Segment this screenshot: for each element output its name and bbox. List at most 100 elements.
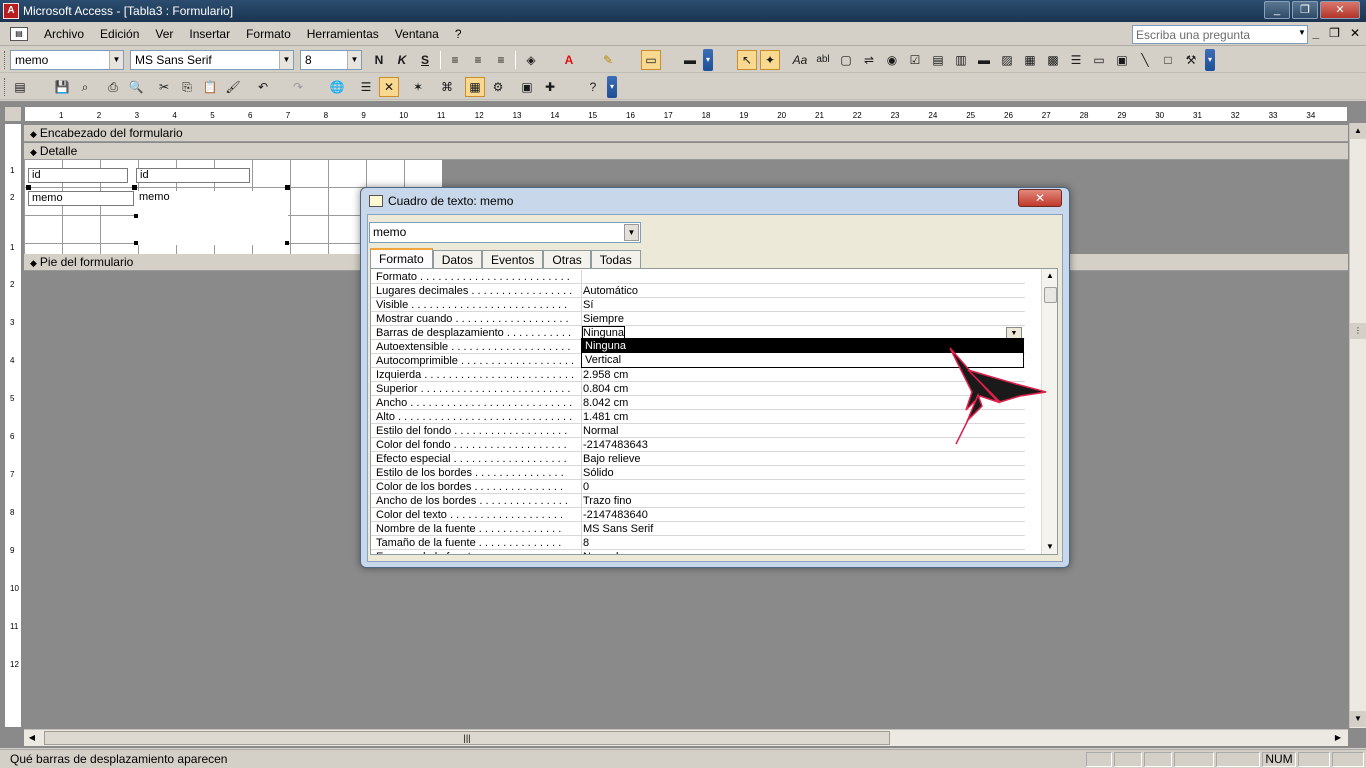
property-value[interactable]: Trazo fino bbox=[581, 494, 1025, 508]
property-row[interactable]: Estilo del fondo . . . . . . . . . . . .… bbox=[371, 424, 1025, 438]
database-window-icon[interactable]: ▣ bbox=[517, 77, 537, 97]
menu-ventana[interactable]: Ventana bbox=[387, 27, 447, 41]
menu-formato[interactable]: Formato bbox=[238, 27, 299, 41]
property-value[interactable]: 0 bbox=[581, 480, 1025, 494]
property-row[interactable]: Mostrar cuando . . . . . . . . . . . . .… bbox=[371, 312, 1025, 326]
unbound-object-icon[interactable]: ▦ bbox=[1020, 50, 1040, 70]
code-icon[interactable]: ⌘ bbox=[437, 77, 457, 97]
line-tool-icon[interactable]: ╲ bbox=[1135, 50, 1155, 70]
memo-label-control[interactable]: memo bbox=[28, 191, 134, 206]
toolbox-icon[interactable]: ✕ bbox=[379, 77, 399, 97]
format-painter-icon[interactable]: 🖌 bbox=[223, 77, 243, 97]
menu-herramientas[interactable]: Herramientas bbox=[299, 27, 387, 41]
object-combo[interactable]: memo ▼ bbox=[10, 50, 124, 70]
property-value[interactable]: MS Sans Serif bbox=[581, 522, 1025, 536]
line-width-icon[interactable]: ▬ bbox=[680, 50, 700, 70]
tab-control-icon[interactable]: ▭ bbox=[1089, 50, 1109, 70]
property-row[interactable]: Izquierda . . . . . . . . . . . . . . . … bbox=[371, 368, 1025, 382]
property-row[interactable]: Ancho . . . . . . . . . . . . . . . . . … bbox=[371, 396, 1025, 410]
option-button-icon[interactable]: ◉ bbox=[882, 50, 902, 70]
property-row[interactable]: Color de los bordes . . . . . . . . . . … bbox=[371, 480, 1025, 494]
property-row[interactable]: Nombre de la fuente . . . . . . . . . . … bbox=[371, 522, 1025, 536]
dialog-title[interactable]: Cuadro de texto: memo bbox=[369, 194, 513, 208]
property-row[interactable]: Efecto especial . . . . . . . . . . . . … bbox=[371, 452, 1025, 466]
control-wizards-icon[interactable]: ✦ bbox=[760, 50, 780, 70]
ruler-corner[interactable] bbox=[4, 106, 22, 122]
memo-textbox-control[interactable]: memo bbox=[136, 191, 288, 245]
horizontal-scrollbar[interactable]: ◀ ||| ▶ bbox=[24, 729, 1348, 746]
toggle-button-icon[interactable]: ⇌ bbox=[859, 50, 879, 70]
horizontal-scroll-thumb[interactable]: ||| bbox=[44, 731, 890, 745]
scroll-thumb[interactable]: ⋮ bbox=[1350, 323, 1366, 339]
property-value[interactable]: Sólido bbox=[581, 466, 1025, 480]
toolbar-grip[interactable] bbox=[4, 78, 7, 96]
vertical-scrollbar[interactable]: ▲ ⋮ ▼ bbox=[1349, 123, 1366, 728]
toolbar-options-icon[interactable]: ▾ bbox=[607, 76, 617, 98]
bound-object-icon[interactable]: ▩ bbox=[1043, 50, 1063, 70]
menu-edicion[interactable]: Edición bbox=[92, 27, 147, 41]
doc-restore-button[interactable]: ❐ bbox=[1329, 26, 1340, 40]
print-icon[interactable]: ⎙ bbox=[103, 77, 123, 97]
scroll-right-icon[interactable]: ▶ bbox=[1330, 730, 1346, 746]
align-center-icon[interactable]: ≡ bbox=[468, 50, 488, 70]
combobox-tool-icon[interactable]: ▤ bbox=[928, 50, 948, 70]
more-controls-icon[interactable]: ⚒ bbox=[1181, 50, 1201, 70]
scroll-down-icon[interactable]: ▼ bbox=[1042, 540, 1057, 554]
toolbar-options-icon[interactable]: ▾ bbox=[1205, 49, 1215, 71]
print-preview-icon[interactable]: 🔍 bbox=[126, 77, 146, 97]
properties-icon[interactable]: ▦ bbox=[465, 77, 485, 97]
resize-handle[interactable] bbox=[285, 185, 290, 190]
property-row[interactable]: Color del texto . . . . . . . . . . . . … bbox=[371, 508, 1025, 522]
font-size-combo[interactable]: 8 ▼ bbox=[300, 50, 362, 70]
chevron-down-icon[interactable]: ▼ bbox=[109, 51, 123, 69]
property-value[interactable] bbox=[581, 270, 1025, 284]
save-icon[interactable]: 💾 bbox=[52, 77, 72, 97]
property-row[interactable]: Lugares decimales . . . . . . . . . . . … bbox=[371, 284, 1025, 298]
property-value[interactable]: Bajo relieve bbox=[581, 452, 1025, 466]
detail-section-bar[interactable]: ◆ Detalle bbox=[24, 143, 1348, 160]
dialog-close-button[interactable]: ✕ bbox=[1018, 189, 1062, 207]
font-color-icon[interactable]: A bbox=[559, 50, 579, 70]
property-row[interactable]: Estilo de los bordes . . . . . . . . . .… bbox=[371, 466, 1025, 480]
property-row[interactable]: Color del fondo . . . . . . . . . . . . … bbox=[371, 438, 1025, 452]
property-value[interactable]: Siempre bbox=[581, 312, 1025, 326]
form-header-section-bar[interactable]: ◆ Encabezado del formulario bbox=[24, 125, 1348, 142]
property-row[interactable]: Tamaño de la fuente . . . . . . . . . . … bbox=[371, 536, 1025, 550]
horizontal-ruler[interactable]: 1 2 3 4 5 6 7 8 9 10 11 12 13 14 15 16 17 18 19 20 21 22 23 24 2… bbox=[24, 106, 1348, 122]
cut-icon[interactable]: ✂ bbox=[154, 77, 174, 97]
toolbar-grip[interactable] bbox=[4, 51, 7, 69]
select-objects-icon[interactable]: ↖ bbox=[737, 50, 757, 70]
autoformat-icon[interactable]: ✶ bbox=[408, 77, 428, 97]
hyperlink-icon[interactable]: 🌐 bbox=[327, 77, 347, 97]
chevron-down-icon[interactable]: ▼ bbox=[1298, 28, 1306, 37]
property-value[interactable]: 8 bbox=[581, 536, 1025, 550]
menu-ayuda[interactable]: ? bbox=[447, 27, 470, 41]
minimize-button[interactable]: _ bbox=[1264, 1, 1290, 19]
fill-color-icon[interactable]: ◈ bbox=[521, 50, 541, 70]
property-value[interactable]: -2147483640 bbox=[581, 508, 1025, 522]
chevron-down-icon[interactable]: ▼ bbox=[347, 51, 361, 69]
border-style-icon[interactable]: ▭ bbox=[641, 50, 661, 70]
property-scroll-thumb[interactable] bbox=[1044, 287, 1057, 303]
form-document-icon[interactable]: ▤ bbox=[10, 26, 28, 41]
vertical-ruler[interactable]: 1 2 1 2 3 4 5 6 7 8 9 10 11 12 bbox=[4, 123, 22, 728]
image-tool-icon[interactable]: ▨ bbox=[997, 50, 1017, 70]
scroll-down-icon[interactable]: ▼ bbox=[1350, 711, 1366, 727]
tab-datos[interactable]: Datos bbox=[432, 250, 483, 269]
chevron-down-icon[interactable]: ▼ bbox=[624, 224, 639, 241]
textbox-tool-icon[interactable]: abl bbox=[813, 50, 833, 70]
listbox-tool-icon[interactable]: ▥ bbox=[951, 50, 971, 70]
id-label-control[interactable]: id bbox=[28, 168, 128, 183]
align-right-icon[interactable]: ≡ bbox=[491, 50, 511, 70]
view-icon[interactable]: ▤ bbox=[10, 77, 30, 97]
checkbox-tool-icon[interactable]: ☑ bbox=[905, 50, 925, 70]
doc-minimize-button[interactable]: _ bbox=[1312, 26, 1319, 40]
chevron-down-icon[interactable]: ▼ bbox=[279, 51, 293, 69]
toolbar-options-icon[interactable]: ▾ bbox=[703, 49, 713, 71]
close-button[interactable]: ✕ bbox=[1320, 1, 1360, 19]
property-row[interactable]: Espesor de la fuente . . . . . . . . . .… bbox=[371, 550, 1025, 554]
property-row[interactable]: Alto . . . . . . . . . . . . . . . . . .… bbox=[371, 410, 1025, 424]
build-icon[interactable]: ⚙ bbox=[488, 77, 508, 97]
tab-eventos[interactable]: Eventos bbox=[482, 250, 544, 269]
italic-button[interactable]: K bbox=[392, 50, 412, 70]
